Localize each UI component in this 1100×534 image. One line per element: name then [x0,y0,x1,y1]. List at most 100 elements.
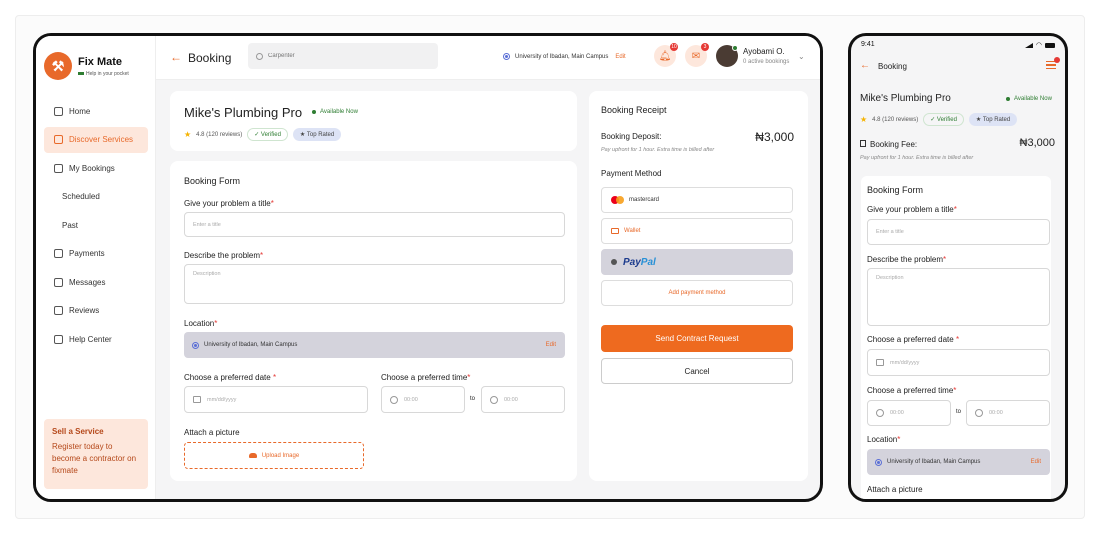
battery-icon [1045,42,1055,48]
mobile-fee-amount: ₦3,000 [1019,137,1055,149]
mobile-time-to-label: to [956,409,962,415]
provider-card: Mike's Plumbing Pro Available Now ★ 4.8 … [170,91,577,151]
mobile-time-from[interactable]: 00:00 [867,400,951,426]
upload-image-button[interactable]: Upload Image [184,442,364,469]
provider-badges: ★ 4.8 (120 reviews) ✓ Verified ★ Top Rat… [184,128,342,141]
location-icon [503,53,510,60]
mobile-title-input[interactable]: Enter a title [867,219,1050,245]
sidebar-item-scheduled[interactable]: Scheduled [44,184,148,210]
sidebar-item-my-bookings[interactable]: My Bookings [44,155,148,181]
title-label: Give your problem a title* [184,199,274,208]
title-input[interactable]: Enter a title [184,212,565,237]
mobile-title-label: Give your problem a title* [867,205,957,214]
discover-icon [54,135,63,144]
payments-icon [54,249,63,258]
user-info[interactable]: Ayobami O. 0 active bookings [743,47,789,65]
mobile-date-input[interactable]: mm/dd/yyyy [867,349,1050,376]
mobile-location-edit[interactable]: Edit [1031,459,1041,465]
location-field[interactable]: University of Ibadan, Main Campus Edit [184,332,565,358]
cancel-button[interactable]: Cancel [601,358,793,384]
sidebar-item-payments[interactable]: Payments [44,241,148,267]
sell-service-card[interactable]: Sell a Service Register today to become … [44,419,148,489]
chevron-down-icon[interactable]: ⌄ [798,52,805,61]
clock-icon [490,395,498,404]
time-from-input[interactable]: 00:00 [381,386,465,413]
mobile-booking-form: Booking Form Give your problem a title* … [861,176,1051,499]
time-to-input[interactable]: 00:00 [481,386,565,413]
description-textarea[interactable]: Description [184,264,565,304]
mobile-form-title: Booking Form [867,185,924,195]
clock-icon [975,409,983,417]
notification-badge: 10 [670,43,678,51]
mobile-fee-note: Pay upfront for 1 hour. Extra time is bi… [860,155,974,161]
sidebar-item-help-center[interactable]: Help Center [44,326,148,352]
selected-radio-icon [611,259,617,265]
provider-name: Mike's Plumbing Pro [184,105,303,120]
messages-icon [54,277,63,287]
mobile-time-to[interactable]: 00:00 [966,400,1050,426]
time-to-label: to [470,396,476,402]
search-input[interactable] [268,53,418,59]
search-bar[interactable] [248,43,438,69]
avatar[interactable] [716,45,738,67]
deposit-amount: ₦3,000 [755,130,794,144]
home-icon [54,106,63,116]
verified-badge: ✓ Verified [247,128,288,141]
sell-body: Register today to become a contractor on… [52,442,137,475]
messages-button[interactable]: ✉ 3 [685,43,709,67]
picture-label: Attach a picture [184,428,240,437]
clock-icon [876,409,884,417]
sidebar-item-messages[interactable]: Messages [44,269,148,295]
status-dot [1006,97,1010,101]
mobile-time-label: Choose a preferred time* [867,386,957,395]
payment-option-wallet[interactable]: Wallet [601,218,793,244]
reviews-icon [54,306,63,315]
calendar-icon [193,396,201,403]
chat-icon: ✉ [691,50,701,62]
mobile-location-label: Location* [867,435,901,444]
location-edit-link[interactable]: Edit [615,54,625,60]
location-radio-icon [192,341,199,349]
star-icon: ★ [184,130,192,139]
location-radio-icon [875,458,882,466]
send-contract-request-button[interactable]: Send Contract Request [601,325,793,352]
add-payment-method-button[interactable]: Add payment method [601,280,793,306]
logo-icon: ⚒ [44,52,72,80]
notification-button[interactable]: 🔔︎ 10 [654,43,678,67]
booking-form-card: Booking Form Give your problem a title* … [170,161,577,481]
mobile-page-title: Booking [878,62,907,71]
payment-option-mastercard[interactable]: mastercard [601,187,793,213]
status-dot [312,110,316,114]
mobile-date-label: Choose a preferred date * [867,335,960,344]
wallet-icon [611,228,619,234]
app-tagline: Help in your pocket [78,71,129,77]
mobile-location-field[interactable]: University of Ibadan, Main Campus Edit [867,449,1050,475]
payment-option-paypal[interactable]: PayPal [601,249,793,275]
verified-badge: ✓ Verified [923,113,964,126]
deposit-note: Pay upfront for 1 hour. Extra time is bi… [601,147,715,153]
sidebar-item-home[interactable]: Home [44,98,148,124]
desktop-frame: ⚒ Fix Mate Help in your pocket Home Disc… [33,33,823,502]
mobile-availability: Available Now [1006,96,1052,102]
date-input[interactable]: mm/dd/yyyy [184,386,368,413]
menu-badge [1054,57,1060,63]
top-bar: ← Booking University of Ibadan, Main Cam… [156,36,820,80]
mobile-picture-label: Attach a picture [867,485,923,494]
logo[interactable]: ⚒ Fix Mate Help in your pocket [44,52,129,80]
sidebar-item-reviews[interactable]: Reviews [44,298,148,324]
back-arrow-icon[interactable]: ← [170,50,182,64]
form-title: Booking Form [184,176,241,186]
top-rated-badge: ★ Top Rated [968,113,1018,126]
menu-icon[interactable] [1046,57,1060,69]
location-field-edit[interactable]: Edit [546,342,556,348]
top-rated-badge: ★ Top Rated [292,128,342,141]
back-arrow-icon[interactable]: ← [860,60,870,71]
user-name: Ayobami O. [743,47,785,56]
sidebar-nav: Home Discover Services My Bookings Sched… [44,98,148,355]
rating: 4.8 (120 reviews) [196,131,243,138]
sidebar-item-discover-services[interactable]: Discover Services [44,126,148,153]
mobile-description-textarea[interactable]: Description [867,268,1050,326]
messages-badge: 3 [701,43,709,51]
sidebar-item-past[interactable]: Past [44,212,148,238]
bell-icon: 🔔︎ [658,50,672,62]
